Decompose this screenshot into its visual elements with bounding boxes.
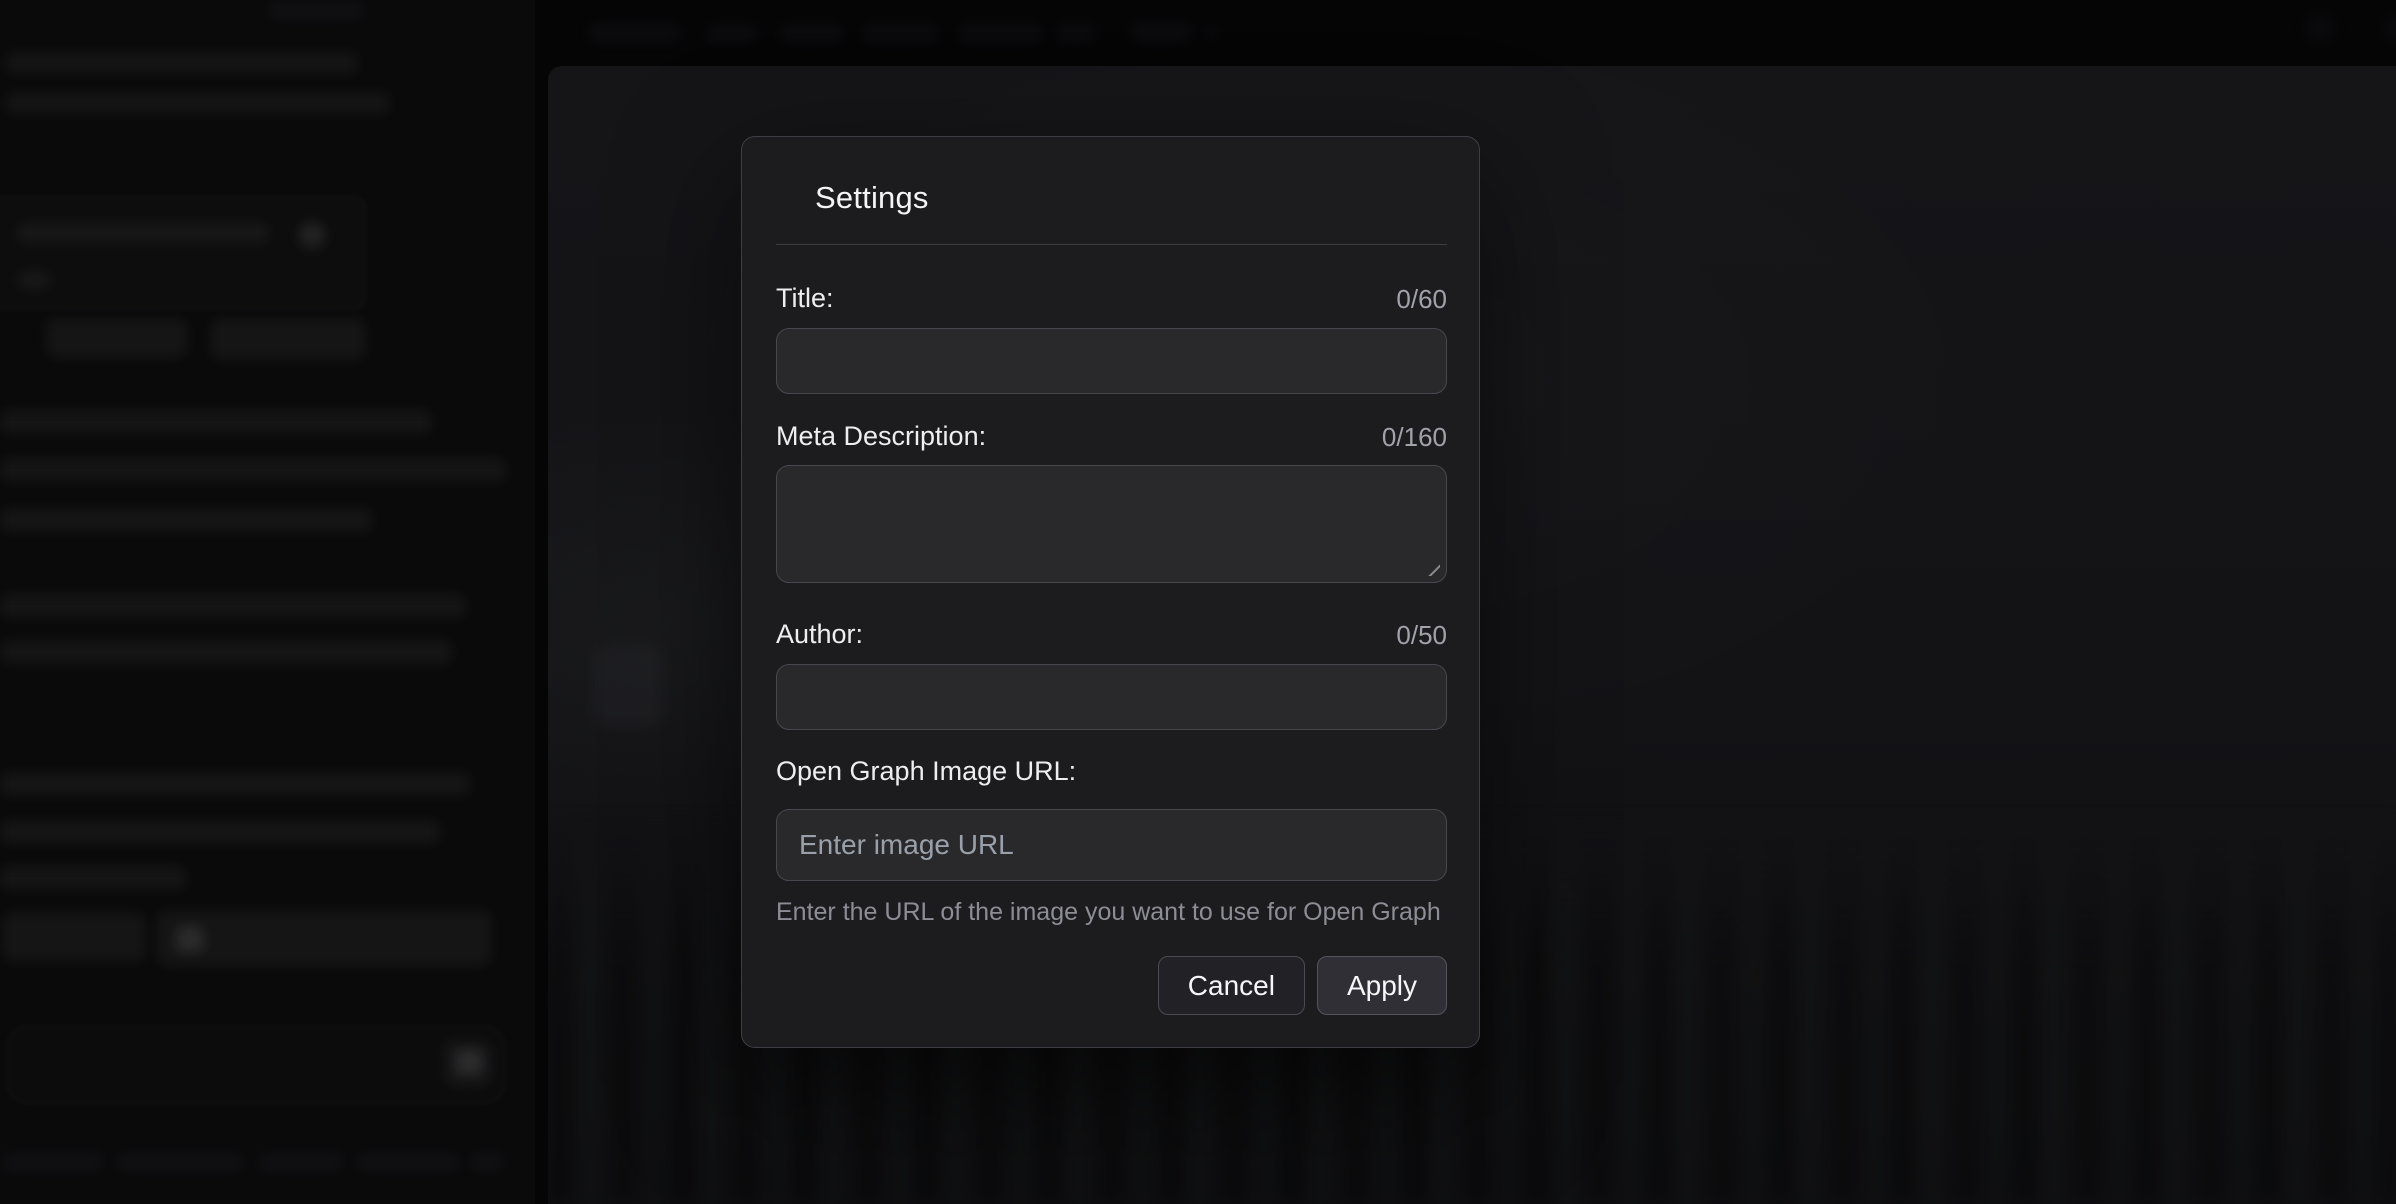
sidebar-divider: [535, 0, 548, 1204]
toolbar-icon: [2306, 14, 2334, 42]
og-image-url-helper-text: Enter the URL of the image you want to u…: [776, 899, 1447, 926]
blurred-text-line: [17, 271, 51, 289]
og-image-url-input[interactable]: [776, 809, 1447, 881]
og-image-url-label: Open Graph Image URL:: [776, 756, 1076, 786]
dialog-title: Settings: [815, 181, 1447, 215]
blurred-toggle: [46, 318, 188, 358]
blurred-paragraph-line: [0, 594, 466, 618]
title-input[interactable]: [776, 328, 1447, 394]
blurred-card: [0, 196, 366, 310]
title-label: Title:: [776, 283, 834, 313]
blurred-button-manage-knowledge: [156, 910, 492, 966]
chat-sidebar: [0, 0, 535, 1204]
blurred-paragraph-line: [0, 640, 452, 664]
blurred-paragraph-line: [0, 866, 186, 890]
blurred-text-line: [6, 52, 358, 74]
blurred-footer-text: [2, 1152, 104, 1172]
blurred-nav-text: [1056, 24, 1096, 44]
send-icon: [456, 1050, 482, 1074]
apply-button[interactable]: Apply: [1317, 956, 1447, 1015]
blurred-nav-text: [706, 24, 758, 44]
blurred-footer-text: [116, 1152, 244, 1172]
author-label: Author:: [776, 619, 863, 649]
blurred-footer-text: [470, 1152, 504, 1172]
book-icon: [176, 926, 204, 952]
cancel-button[interactable]: Cancel: [1158, 956, 1305, 1015]
toolbar-icon: [2382, 16, 2396, 42]
app-root: { "modal": { "title": "Settings", "field…: [0, 0, 2396, 1204]
author-char-counter: 0/50: [1396, 621, 1447, 649]
title-char-counter: 0/60: [1396, 285, 1447, 313]
meta-description-label: Meta Description:: [776, 421, 986, 451]
blurred-nav-text: [1130, 22, 1192, 44]
blurred-paragraph-line: [0, 410, 432, 434]
blurred-footer-text: [356, 1152, 460, 1172]
blurred-paragraph-line: [0, 458, 506, 482]
meta-description-textarea[interactable]: [776, 465, 1447, 583]
blurred-toggle-preview: [210, 318, 366, 360]
blurred-paragraph-line: [0, 772, 470, 796]
blurred-nav-text: [588, 22, 680, 44]
blurred-nav-text: [958, 24, 1044, 44]
chevron-down-icon: [1204, 28, 1220, 40]
blurred-paragraph-line: [0, 508, 372, 532]
blurred-paragraph-line: [0, 820, 440, 844]
dialog-divider: [776, 244, 1447, 245]
blurred-text-line: [6, 92, 390, 114]
chat-input: [6, 1026, 506, 1104]
blurred-text-line: [17, 223, 269, 243]
blurred-button: [2, 912, 146, 962]
blurred-tab: [268, 2, 364, 20]
blurred-footer-text: [258, 1152, 344, 1172]
settings-dialog: Settings Title: 0/60 Meta Description: 0…: [741, 136, 1480, 1048]
blurred-nav-text: [778, 24, 844, 44]
author-input[interactable]: [776, 664, 1447, 730]
blurred-nav-text: [862, 24, 938, 44]
meta-description-char-counter: 0/160: [1382, 423, 1447, 451]
blurred-floating-button: [592, 644, 666, 728]
close-icon: [299, 222, 325, 248]
dialog-actions: Cancel Apply: [776, 956, 1447, 1015]
